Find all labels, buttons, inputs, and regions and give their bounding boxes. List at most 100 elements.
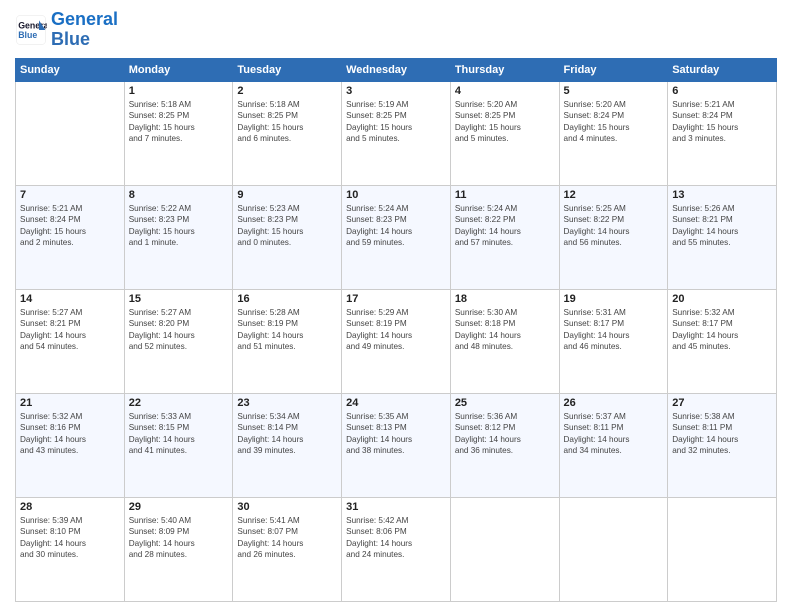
day-number: 1 — [129, 85, 229, 97]
col-saturday: Saturday — [668, 58, 777, 81]
day-info: Sunrise: 5:27 AM Sunset: 8:20 PM Dayligh… — [129, 307, 229, 353]
calendar-week-row: 14 Sunrise: 5:27 AM Sunset: 8:21 PM Dayli… — [16, 289, 777, 393]
day-info: Sunrise: 5:20 AM Sunset: 8:24 PM Dayligh… — [564, 99, 664, 145]
day-number: 30 — [237, 501, 337, 513]
table-row: 5Sunrise: 5:20 AM Sunset: 8:24 PM Daylig… — [559, 81, 668, 185]
table-row: 17 Sunrise: 5:29 AM Sunset: 8:19 PM Dayli… — [342, 289, 451, 393]
day-info: Sunrise: 5:30 AM Sunset: 8:18 PM Dayligh… — [455, 307, 555, 353]
table-row: 3 Sunrise: 5:19 AM Sunset: 8:25 PM Daylig… — [342, 81, 451, 185]
day-info: Sunrise: 5:27 AM Sunset: 8:21 PM Dayligh… — [20, 307, 120, 353]
day-number: 17 — [346, 293, 446, 305]
day-info: Sunrise: 5:38 AM Sunset: 8:11 PM Dayligh… — [672, 411, 772, 457]
table-row — [450, 497, 559, 601]
table-row: 14 Sunrise: 5:27 AM Sunset: 8:21 PM Dayli… — [16, 289, 125, 393]
table-row: 28 Sunrise: 5:39 AM Sunset: 8:10 PM Dayli… — [16, 497, 125, 601]
col-monday: Monday — [124, 58, 233, 81]
col-thursday: Thursday — [450, 58, 559, 81]
table-row: 19 Sunrise: 5:31 AM Sunset: 8:17 PM Dayli… — [559, 289, 668, 393]
table-row: 31 Sunrise: 5:42 AM Sunset: 8:06 PM Dayli… — [342, 497, 451, 601]
table-row: 9Sunrise: 5:23 AM Sunset: 8:23 PM Daylig… — [233, 185, 342, 289]
day-number: 14 — [20, 293, 120, 305]
day-number: 8 — [129, 189, 229, 201]
day-number: 2 — [237, 85, 337, 97]
day-number: 21 — [20, 397, 120, 409]
day-number: 15 — [129, 293, 229, 305]
table-row: 13 Sunrise: 5:26 AM Sunset: 8:21 PM Dayli… — [668, 185, 777, 289]
table-row: 25 Sunrise: 5:36 AM Sunset: 8:12 PM Dayli… — [450, 393, 559, 497]
day-info: Sunrise: 5:33 AM Sunset: 8:15 PM Dayligh… — [129, 411, 229, 457]
table-row: 27Sunrise: 5:38 AM Sunset: 8:11 PM Dayli… — [668, 393, 777, 497]
day-info: Sunrise: 5:20 AM Sunset: 8:25 PM Dayligh… — [455, 99, 555, 145]
day-info: Sunrise: 5:24 AM Sunset: 8:22 PM Dayligh… — [455, 203, 555, 249]
day-info: Sunrise: 5:42 AM Sunset: 8:06 PM Dayligh… — [346, 515, 446, 561]
day-info: Sunrise: 5:28 AM Sunset: 8:19 PM Dayligh… — [237, 307, 337, 353]
day-info: Sunrise: 5:23 AM Sunset: 8:23 PM Dayligh… — [237, 203, 337, 249]
day-info: Sunrise: 5:36 AM Sunset: 8:12 PM Dayligh… — [455, 411, 555, 457]
calendar-week-row: 28 Sunrise: 5:39 AM Sunset: 8:10 PM Dayli… — [16, 497, 777, 601]
day-number: 22 — [129, 397, 229, 409]
day-info: Sunrise: 5:21 AM Sunset: 8:24 PM Dayligh… — [20, 203, 120, 249]
svg-text:Blue: Blue — [18, 30, 37, 40]
table-row: 20Sunrise: 5:32 AM Sunset: 8:17 PM Dayli… — [668, 289, 777, 393]
logo: General Blue General Blue — [15, 10, 118, 50]
table-row: 10Sunrise: 5:24 AM Sunset: 8:23 PM Dayli… — [342, 185, 451, 289]
table-row — [668, 497, 777, 601]
day-number: 13 — [672, 189, 772, 201]
day-number: 3 — [346, 85, 446, 97]
calendar-week-row: 21Sunrise: 5:32 AM Sunset: 8:16 PM Dayli… — [16, 393, 777, 497]
table-row: 11 Sunrise: 5:24 AM Sunset: 8:22 PM Dayli… — [450, 185, 559, 289]
day-info: Sunrise: 5:40 AM Sunset: 8:09 PM Dayligh… — [129, 515, 229, 561]
day-number: 31 — [346, 501, 446, 513]
day-number: 28 — [20, 501, 120, 513]
table-row: 2 Sunrise: 5:18 AM Sunset: 8:25 PM Daylig… — [233, 81, 342, 185]
day-info: Sunrise: 5:19 AM Sunset: 8:25 PM Dayligh… — [346, 99, 446, 145]
calendar-header-row: Sunday Monday Tuesday Wednesday Thursday… — [16, 58, 777, 81]
day-info: Sunrise: 5:31 AM Sunset: 8:17 PM Dayligh… — [564, 307, 664, 353]
table-row: 7 Sunrise: 5:21 AM Sunset: 8:24 PM Daylig… — [16, 185, 125, 289]
day-info: Sunrise: 5:32 AM Sunset: 8:17 PM Dayligh… — [672, 307, 772, 353]
table-row: 8Sunrise: 5:22 AM Sunset: 8:23 PM Daylig… — [124, 185, 233, 289]
logo-icon: General Blue — [15, 14, 47, 46]
col-friday: Friday — [559, 58, 668, 81]
day-info: Sunrise: 5:34 AM Sunset: 8:14 PM Dayligh… — [237, 411, 337, 457]
day-number: 11 — [455, 189, 555, 201]
page: General Blue General Blue Sunday Monday … — [0, 0, 792, 612]
table-row: 4 Sunrise: 5:20 AM Sunset: 8:25 PM Daylig… — [450, 81, 559, 185]
calendar-week-row: 1 Sunrise: 5:18 AM Sunset: 8:25 PM Daylig… — [16, 81, 777, 185]
day-number: 24 — [346, 397, 446, 409]
day-info: Sunrise: 5:41 AM Sunset: 8:07 PM Dayligh… — [237, 515, 337, 561]
day-number: 26 — [564, 397, 664, 409]
table-row: 26Sunrise: 5:37 AM Sunset: 8:11 PM Dayli… — [559, 393, 668, 497]
day-info: Sunrise: 5:21 AM Sunset: 8:24 PM Dayligh… — [672, 99, 772, 145]
day-info: Sunrise: 5:35 AM Sunset: 8:13 PM Dayligh… — [346, 411, 446, 457]
col-wednesday: Wednesday — [342, 58, 451, 81]
table-row: 6Sunrise: 5:21 AM Sunset: 8:24 PM Daylig… — [668, 81, 777, 185]
table-row: 29 Sunrise: 5:40 AM Sunset: 8:09 PM Dayli… — [124, 497, 233, 601]
table-row: 18 Sunrise: 5:30 AM Sunset: 8:18 PM Dayli… — [450, 289, 559, 393]
day-number: 4 — [455, 85, 555, 97]
day-info: Sunrise: 5:25 AM Sunset: 8:22 PM Dayligh… — [564, 203, 664, 249]
day-number: 19 — [564, 293, 664, 305]
table-row: 16 Sunrise: 5:28 AM Sunset: 8:19 PM Dayli… — [233, 289, 342, 393]
calendar-week-row: 7 Sunrise: 5:21 AM Sunset: 8:24 PM Daylig… — [16, 185, 777, 289]
table-row — [559, 497, 668, 601]
logo-text: General Blue — [51, 10, 118, 50]
day-number: 16 — [237, 293, 337, 305]
header: General Blue General Blue — [15, 10, 777, 50]
calendar-table: Sunday Monday Tuesday Wednesday Thursday… — [15, 58, 777, 602]
day-info: Sunrise: 5:18 AM Sunset: 8:25 PM Dayligh… — [237, 99, 337, 145]
table-row: 24 Sunrise: 5:35 AM Sunset: 8:13 PM Dayli… — [342, 393, 451, 497]
day-number: 25 — [455, 397, 555, 409]
day-info: Sunrise: 5:39 AM Sunset: 8:10 PM Dayligh… — [20, 515, 120, 561]
day-info: Sunrise: 5:29 AM Sunset: 8:19 PM Dayligh… — [346, 307, 446, 353]
day-number: 7 — [20, 189, 120, 201]
table-row: 30 Sunrise: 5:41 AM Sunset: 8:07 PM Dayli… — [233, 497, 342, 601]
day-number: 29 — [129, 501, 229, 513]
day-info: Sunrise: 5:18 AM Sunset: 8:25 PM Dayligh… — [129, 99, 229, 145]
day-info: Sunrise: 5:26 AM Sunset: 8:21 PM Dayligh… — [672, 203, 772, 249]
table-row: 23Sunrise: 5:34 AM Sunset: 8:14 PM Dayli… — [233, 393, 342, 497]
table-row: 22 Sunrise: 5:33 AM Sunset: 8:15 PM Dayli… — [124, 393, 233, 497]
table-row: 15 Sunrise: 5:27 AM Sunset: 8:20 PM Dayli… — [124, 289, 233, 393]
col-tuesday: Tuesday — [233, 58, 342, 81]
day-number: 18 — [455, 293, 555, 305]
